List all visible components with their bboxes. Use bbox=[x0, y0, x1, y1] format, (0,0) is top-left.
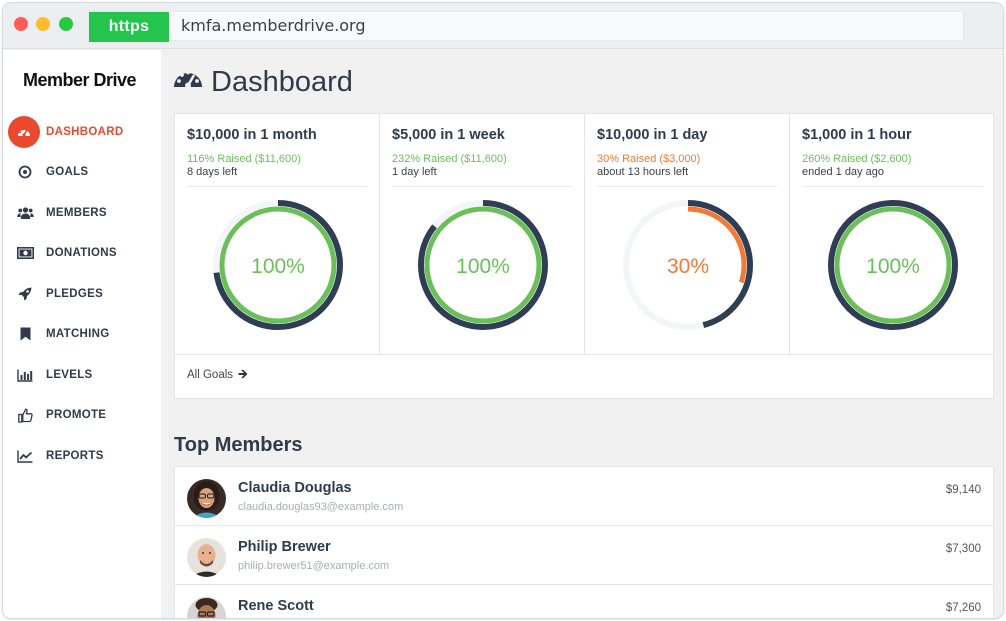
goal-raised: 232% Raised ($11,600) bbox=[392, 153, 507, 165]
member-avatar bbox=[187, 479, 226, 518]
browser-window: https kmfa.memberdrive.org Member Drive … bbox=[3, 3, 1003, 618]
page-title-text: Dashboard bbox=[211, 65, 353, 98]
goals-panel: $10,000 in 1 month 116% Raised ($11,600) 8… bbox=[174, 113, 994, 399]
sidebar-item-label: LEVELS bbox=[46, 369, 93, 381]
sidebar-item-label: GOALS bbox=[46, 166, 89, 178]
divider bbox=[597, 186, 777, 187]
divider bbox=[802, 186, 983, 187]
all-goals-link[interactable]: All Goals bbox=[187, 369, 248, 381]
users-icon bbox=[15, 203, 35, 223]
sidebar-item-label: PLEDGES bbox=[46, 288, 104, 300]
money-icon bbox=[15, 243, 35, 263]
minimize-window-button[interactable] bbox=[36, 17, 50, 31]
divider bbox=[392, 186, 572, 187]
goal-time-left: 8 days left bbox=[187, 166, 238, 178]
goal-raised: 30% Raised ($3,000) bbox=[597, 153, 701, 165]
goal-progress-gauge: 30% bbox=[623, 200, 753, 330]
maximize-window-button[interactable] bbox=[59, 17, 73, 31]
goal-title[interactable]: $1,000 in 1 hour bbox=[802, 127, 912, 143]
member-amount: $7,300 bbox=[945, 543, 981, 555]
address-bar[interactable]: https kmfa.memberdrive.org bbox=[88, 11, 964, 42]
sidebar-item-donations[interactable]: DONATIONS bbox=[3, 236, 161, 270]
goal-card[interactable]: $10,000 in 1 month 116% Raised ($11,600) 8… bbox=[175, 114, 380, 354]
sidebar-item-label: MATCHING bbox=[46, 328, 110, 340]
member-name[interactable]: Philip Brewer bbox=[238, 539, 331, 555]
member-row[interactable]: Philip Brewer philip.brewer51@example.co… bbox=[175, 526, 993, 585]
gauge-label: 30% bbox=[667, 255, 709, 278]
member-avatar bbox=[187, 538, 226, 577]
top-members-list: Claudia Douglas claudia.douglas93@exampl… bbox=[174, 466, 994, 618]
rocket-icon bbox=[15, 284, 35, 304]
goal-time-left: about 13 hours left bbox=[597, 166, 689, 178]
sidebar-item-dashboard[interactable]: DASHBOARD bbox=[3, 115, 161, 149]
goal-progress-gauge: 100% bbox=[418, 200, 548, 330]
member-email: claudia.douglas93@example.com bbox=[238, 501, 404, 513]
sidebar-item-label: REPORTS bbox=[46, 450, 104, 462]
goal-raised: 116% Raised ($11,600) bbox=[187, 153, 301, 165]
goal-title[interactable]: $5,000 in 1 week bbox=[392, 127, 505, 143]
gauge-label: 100% bbox=[251, 255, 305, 278]
close-window-button[interactable] bbox=[14, 17, 28, 31]
top-members-title: Top Members bbox=[174, 434, 303, 456]
sidebar-item-members[interactable]: MEMBERS bbox=[3, 196, 161, 230]
goal-progress-gauge: 100% bbox=[828, 200, 958, 330]
goal-time-left: ended 1 day ago bbox=[802, 166, 884, 178]
dashboard-gauge-icon bbox=[173, 67, 203, 98]
sidebar-item-levels[interactable]: LEVELS bbox=[3, 358, 161, 392]
gauge-label: 100% bbox=[866, 255, 920, 278]
all-goals-link-label: All Goals bbox=[187, 369, 234, 381]
gauge-label: 100% bbox=[456, 255, 510, 278]
goal-card[interactable]: $5,000 in 1 week 232% Raised ($11,600) 1 d… bbox=[380, 114, 585, 354]
url-text[interactable]: kmfa.memberdrive.org bbox=[181, 12, 366, 40]
sidebar-item-matching[interactable]: MATCHING bbox=[3, 317, 161, 351]
sidebar-item-promote[interactable]: PROMOTE bbox=[3, 398, 161, 432]
line-chart-icon bbox=[15, 446, 35, 466]
member-name[interactable]: Rene Scott bbox=[238, 598, 314, 614]
page-title: Dashboard bbox=[173, 62, 353, 102]
goal-card[interactable]: $10,000 in 1 day 30% Raised ($3,000) about… bbox=[585, 114, 790, 354]
member-avatar bbox=[187, 597, 226, 618]
sidebar-item-label: PROMOTE bbox=[46, 409, 107, 421]
dashboard-gauge-icon bbox=[8, 116, 40, 148]
arrow-right-icon bbox=[238, 369, 248, 379]
sidebar-item-label: DASHBOARD bbox=[46, 126, 124, 138]
sidebar-item-goals[interactable]: GOALS bbox=[3, 155, 161, 189]
sidebar-item-reports[interactable]: REPORTS bbox=[3, 439, 161, 473]
divider bbox=[187, 186, 367, 187]
https-badge: https bbox=[89, 12, 169, 42]
member-email: philip.brewer51@example.com bbox=[238, 560, 390, 572]
sidebar-item-label: MEMBERS bbox=[46, 207, 107, 219]
main-content: Dashboard $10,000 in 1 month 116% Raised … bbox=[161, 50, 1003, 618]
sidebar-item-pledges[interactable]: PLEDGES bbox=[3, 277, 161, 311]
goal-raised: 260% Raised ($2,600) bbox=[802, 153, 912, 165]
member-name[interactable]: Claudia Douglas bbox=[238, 480, 352, 496]
member-amount: $9,140 bbox=[945, 484, 981, 496]
goal-card[interactable]: $1,000 in 1 hour 260% Raised ($2,600) ende… bbox=[790, 114, 995, 354]
goals-footer: All Goals bbox=[175, 354, 993, 398]
goal-title[interactable]: $10,000 in 1 month bbox=[187, 127, 317, 143]
goal-progress-gauge: 100% bbox=[213, 200, 343, 330]
brand-logo[interactable]: Member Drive bbox=[23, 70, 137, 91]
thumbs-up-icon bbox=[15, 405, 35, 425]
goal-time-left: 1 day left bbox=[392, 166, 437, 178]
bar-chart-icon bbox=[15, 365, 35, 385]
member-amount: $7,260 bbox=[945, 602, 981, 614]
member-row[interactable]: Rene Scott $7,260 bbox=[175, 585, 993, 618]
target-icon bbox=[15, 162, 35, 182]
sidebar-item-label: DONATIONS bbox=[46, 247, 117, 259]
bookmark-icon bbox=[15, 324, 35, 344]
goal-title[interactable]: $10,000 in 1 day bbox=[597, 127, 707, 143]
member-row[interactable]: Claudia Douglas claudia.douglas93@exampl… bbox=[175, 467, 993, 526]
browser-titlebar: https kmfa.memberdrive.org bbox=[3, 3, 1003, 49]
sidebar: Member Drive DASHBOARD GOALS MEMBERS DON… bbox=[3, 50, 161, 618]
